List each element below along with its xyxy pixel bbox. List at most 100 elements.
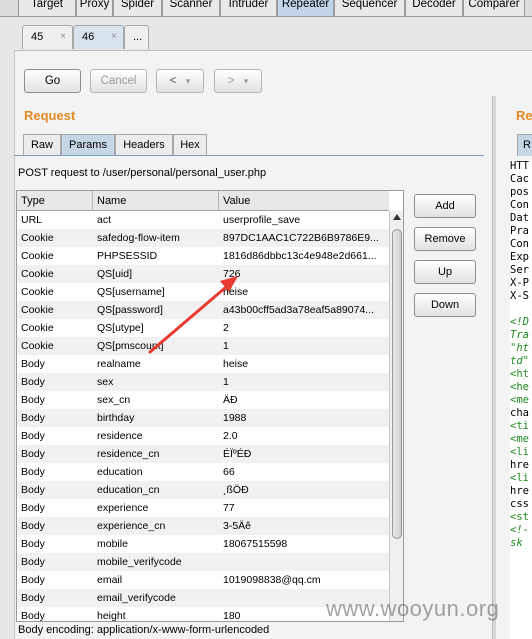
scroll-up-icon[interactable]: [393, 214, 401, 220]
tab-target[interactable]: Target: [18, 0, 76, 17]
value-cell[interactable]: 897DC1AAC1C722B6B9786E9...: [223, 229, 385, 247]
name-cell[interactable]: realname: [97, 355, 217, 373]
type-cell[interactable]: Body: [21, 535, 93, 553]
type-cell[interactable]: Cookie: [21, 229, 93, 247]
name-cell[interactable]: experience_cn: [97, 517, 217, 535]
value-cell[interactable]: userprofile_save: [223, 211, 385, 229]
table-row[interactable]: Cookie PHPSESSID 1816d86dbbc13c4e948e2d661…: [17, 247, 389, 265]
type-cell[interactable]: Body: [21, 409, 93, 427]
name-cell[interactable]: birthday: [97, 409, 217, 427]
table-row[interactable]: Body residence 2.0: [17, 427, 389, 445]
tab-intruder[interactable]: Intruder: [220, 0, 277, 17]
type-cell[interactable]: Body: [21, 589, 93, 607]
type-cell[interactable]: Body: [21, 571, 93, 589]
name-cell[interactable]: email: [97, 571, 217, 589]
tab-sequencer[interactable]: Sequencer: [334, 0, 405, 17]
tab-comparer[interactable]: Comparer: [463, 0, 525, 17]
table-row[interactable]: Body sex_cn ÄĐ: [17, 391, 389, 409]
tab-decoder[interactable]: Decoder: [405, 0, 463, 17]
scrollbar-thumb[interactable]: [392, 229, 402, 539]
type-cell[interactable]: Cookie: [21, 265, 93, 283]
value-cell[interactable]: 18067515598: [223, 535, 385, 553]
type-cell[interactable]: Cookie: [21, 319, 93, 337]
table-row[interactable]: URL act userprofile_save: [17, 211, 389, 229]
value-cell[interactable]: 77: [223, 499, 385, 517]
tab-raw[interactable]: Raw: [23, 134, 61, 156]
table-row[interactable]: Body experience_cn 3-5Äê: [17, 517, 389, 535]
repeater-tab-46[interactable]: 46 ×: [73, 25, 124, 49]
tab-hex[interactable]: Hex: [173, 134, 207, 156]
close-icon[interactable]: ×: [60, 26, 66, 48]
panel-splitter[interactable]: [492, 96, 496, 639]
name-cell[interactable]: QS[uid]: [97, 265, 217, 283]
cancel-button[interactable]: Cancel: [90, 69, 147, 93]
table-row[interactable]: Body education_cn ¸ßÖĐ: [17, 481, 389, 499]
name-cell[interactable]: safedog-flow-item: [97, 229, 217, 247]
remove-button[interactable]: Remove: [414, 227, 476, 251]
back-button[interactable]: < ▾: [156, 69, 204, 93]
table-row[interactable]: Cookie QS[password] a43b00cff5ad3a78eaf5a8…: [17, 301, 389, 319]
value-cell[interactable]: 3-5Äê: [223, 517, 385, 535]
table-row[interactable]: Body email 1019098838@qq.cm: [17, 571, 389, 589]
add-button[interactable]: Add: [414, 194, 476, 218]
value-cell[interactable]: 1019098838@qq.cm: [223, 571, 385, 589]
type-cell[interactable]: Body: [21, 391, 93, 409]
type-cell[interactable]: Body: [21, 373, 93, 391]
name-cell[interactable]: QS[username]: [97, 283, 217, 301]
name-cell[interactable]: email_verifycode: [97, 589, 217, 607]
tab-spider[interactable]: Spider: [113, 0, 162, 17]
table-row[interactable]: Cookie QS[username] heise: [17, 283, 389, 301]
name-cell[interactable]: education_cn: [97, 481, 217, 499]
value-cell[interactable]: ÉÏºÉĐ: [223, 445, 385, 463]
name-cell[interactable]: residence: [97, 427, 217, 445]
go-button[interactable]: Go: [24, 69, 81, 93]
table-row[interactable]: Cookie QS[uid] 726: [17, 265, 389, 283]
type-cell[interactable]: Cookie: [21, 247, 93, 265]
type-cell[interactable]: Body: [21, 445, 93, 463]
value-cell[interactable]: 1988: [223, 409, 385, 427]
type-cell[interactable]: Body: [21, 463, 93, 481]
vertical-scrollbar[interactable]: [389, 211, 403, 621]
type-cell[interactable]: Body: [21, 481, 93, 499]
value-cell[interactable]: 1816d86dbbc13c4e948e2d661...: [223, 247, 385, 265]
response-tab-raw[interactable]: R: [517, 134, 532, 156]
forward-button[interactable]: > ▾: [214, 69, 262, 93]
name-cell[interactable]: residence_cn: [97, 445, 217, 463]
type-cell[interactable]: Cookie: [21, 337, 93, 355]
type-cell[interactable]: Body: [21, 499, 93, 517]
table-row[interactable]: Body residence_cn ÉÏºÉĐ: [17, 445, 389, 463]
column-header-type[interactable]: Type: [17, 191, 93, 211]
value-cell[interactable]: 66: [223, 463, 385, 481]
tab-headers[interactable]: Headers: [115, 134, 173, 156]
type-cell[interactable]: Cookie: [21, 301, 93, 319]
name-cell[interactable]: education: [97, 463, 217, 481]
name-cell[interactable]: height: [97, 607, 217, 621]
tab-repeater[interactable]: Repeater: [277, 0, 334, 17]
table-row[interactable]: Body mobile 18067515598: [17, 535, 389, 553]
repeater-tab-45[interactable]: 45 ×: [22, 25, 73, 49]
repeater-tab-new[interactable]: ...: [124, 25, 149, 49]
close-icon[interactable]: ×: [111, 26, 117, 48]
table-row[interactable]: Body experience 77: [17, 499, 389, 517]
name-cell[interactable]: act: [97, 211, 217, 229]
type-cell[interactable]: Body: [21, 553, 93, 571]
table-row[interactable]: Cookie QS[pmscount] 1: [17, 337, 389, 355]
table-row[interactable]: Body birthday 1988: [17, 409, 389, 427]
table-row[interactable]: Cookie safedog-flow-item 897DC1AAC1C722B6B…: [17, 229, 389, 247]
type-cell[interactable]: Cookie: [21, 283, 93, 301]
name-cell[interactable]: QS[pmscount]: [97, 337, 217, 355]
type-cell[interactable]: Body: [21, 517, 93, 535]
tab-scanner[interactable]: Scanner: [162, 0, 220, 17]
type-cell[interactable]: Body: [21, 355, 93, 373]
value-cell[interactable]: 726: [223, 265, 385, 283]
name-cell[interactable]: QS[utype]: [97, 319, 217, 337]
value-cell[interactable]: 1: [223, 337, 385, 355]
column-header-value[interactable]: Value: [219, 191, 389, 211]
up-button[interactable]: Up: [414, 260, 476, 284]
value-cell[interactable]: 2: [223, 319, 385, 337]
value-cell[interactable]: heise: [223, 355, 385, 373]
value-cell[interactable]: heise: [223, 283, 385, 301]
table-row[interactable]: Body education 66: [17, 463, 389, 481]
type-cell[interactable]: URL: [21, 211, 93, 229]
column-header-name[interactable]: Name: [93, 191, 219, 211]
